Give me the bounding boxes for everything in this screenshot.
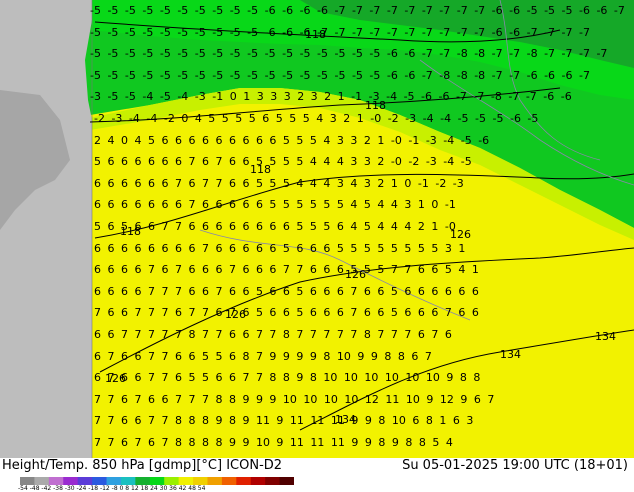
- colorbar-segment: [106, 477, 122, 485]
- temperature-row: 7 7 6 6 7 7 8 8 8 9 8 9 11 9 11 11 11 9 …: [94, 414, 474, 428]
- map-title: Height/Temp. 850 hPa [gdmp][°C] ICON-D2: [2, 458, 283, 473]
- contour-label: 134: [500, 348, 521, 361]
- temperature-row: 6 6 6 6 6 6 6 7 6 6 6 6 6 5 5 5 5 5 5 4 …: [94, 198, 456, 212]
- colorbar-segment: [193, 477, 208, 485]
- temperature-row: 7 7 6 7 6 7 8 8 8 8 9 9 10 9 11 11 11 9 …: [94, 436, 453, 449]
- temperature-row: 7 6 6 7 7 7 6 7 7 6 7 6 5 6 6 5 6 6 6 7 …: [94, 306, 479, 320]
- colorbar: [20, 477, 294, 485]
- colorbar-ticks: -54 -48 -42 -38 -30 -24 -18 -12 -8 0 8 1…: [18, 485, 206, 492]
- colorbar-segment: [265, 477, 281, 485]
- temperature-row: -2 -3 -4 -4 -2 0 4 5 5 5 5 6 5 5 5 4 3 2…: [94, 112, 539, 125]
- temperature-row: 6 6 6 6 6 6 7 6 7 7 6 6 5 5 5 4 4 4 3 4 …: [94, 176, 464, 190]
- temperature-map: -5 -5 -5 -5 -5 -5 -5 -5 -5 -5 -6 -6 -6 -…: [0, 0, 634, 458]
- colorbar-segment: [77, 477, 93, 485]
- contour-label: 134: [595, 330, 616, 343]
- contour-label: 118: [120, 225, 141, 238]
- colorbar-segment: [236, 477, 252, 485]
- colorbar-segment: [135, 477, 151, 485]
- colorbar-segment: [149, 477, 165, 485]
- colorbar-segment: [92, 477, 108, 485]
- map-timestamp: Su 05-01-2025 19:00 UTC (18+01): [402, 458, 628, 473]
- temperature-row: -5 -5 -5 -5 -5 -5 -5 -5 -5 -5 -6 -6 -6 -…: [90, 25, 590, 39]
- contour-label: 126: [105, 372, 126, 385]
- colorbar-segment: [178, 477, 194, 485]
- temperature-row: 6 6 6 6 7 7 7 6 6 7 6 6 5 6 6 5 6 6 6 7 …: [94, 284, 479, 298]
- colorbar-segment: [120, 477, 136, 485]
- temperature-row: -5 -5 -5 -5 -5 -5 -5 -5 -5 -5 -6 -6 -6 -…: [90, 4, 625, 17]
- colorbar-segment: [279, 477, 294, 485]
- contour-label: 118: [250, 163, 271, 176]
- colorbar-segment: [34, 477, 50, 485]
- temperature-row: 6 6 6 6 6 6 6 6 7 6 6 6 6 6 5 6 6 6 5 5 …: [94, 241, 466, 255]
- temperature-row: 6 7 6 6 7 7 6 5 5 6 6 7 7 8 8 9 8 10 10 …: [94, 371, 481, 385]
- contour-label: 126: [225, 308, 246, 321]
- temperature-row: -3 -5 -5 -4 -5 -4 -3 -1 0 1 3 3 3 2 3 2 …: [90, 90, 572, 104]
- map-footer: Height/Temp. 850 hPa [gdmp][°C] ICON-D2 …: [0, 458, 634, 492]
- contour-label: 118: [305, 28, 326, 41]
- temperature-row: 2 4 0 4 5 6 6 6 6 6 6 6 6 6 5 5 5 4 3 3 …: [94, 133, 490, 147]
- colorbar-segment: [250, 477, 266, 485]
- contour-label: 126: [450, 228, 471, 241]
- temperature-row: 7 7 6 7 6 6 7 7 7 8 8 9 9 9 10 10 10 10 …: [94, 392, 495, 406]
- colorbar-segment: [164, 477, 180, 485]
- temperature-row: 5 6 6 6 6 6 6 7 6 7 6 6 5 5 5 5 4 4 4 3 …: [94, 155, 472, 169]
- outside-domain-left: [0, 0, 92, 458]
- colorbar-segment: [20, 477, 35, 485]
- contour-label: 118: [365, 99, 386, 112]
- temperature-row: -5 -5 -5 -5 -5 -5 -5 -5 -5 -5 -5 -5 -5 -…: [90, 68, 590, 82]
- colorbar-segment: [207, 477, 223, 485]
- colorbar-segment: [63, 477, 79, 485]
- temperature-row: 6 6 7 7 7 7 7 8 7 7 6 6 7 7 8 7 7 7 7 7 …: [94, 328, 452, 341]
- temperature-row: 5 6 5 6 6 7 7 6 6 6 6 6 6 6 6 5 5 5 6 4 …: [94, 220, 456, 233]
- colorbar-segment: [48, 477, 64, 485]
- temperature-row: 6 7 6 6 7 7 6 6 5 5 6 8 7 9 9 9 9 8 10 9…: [94, 349, 432, 363]
- contour-label: 134: [335, 413, 356, 426]
- contour-label: 126: [345, 268, 366, 281]
- temperature-row: -5 -5 -5 -5 -5 -5 -5 -5 -5 -5 -5 -5 -5 -…: [90, 47, 608, 61]
- colorbar-segment: [221, 477, 237, 485]
